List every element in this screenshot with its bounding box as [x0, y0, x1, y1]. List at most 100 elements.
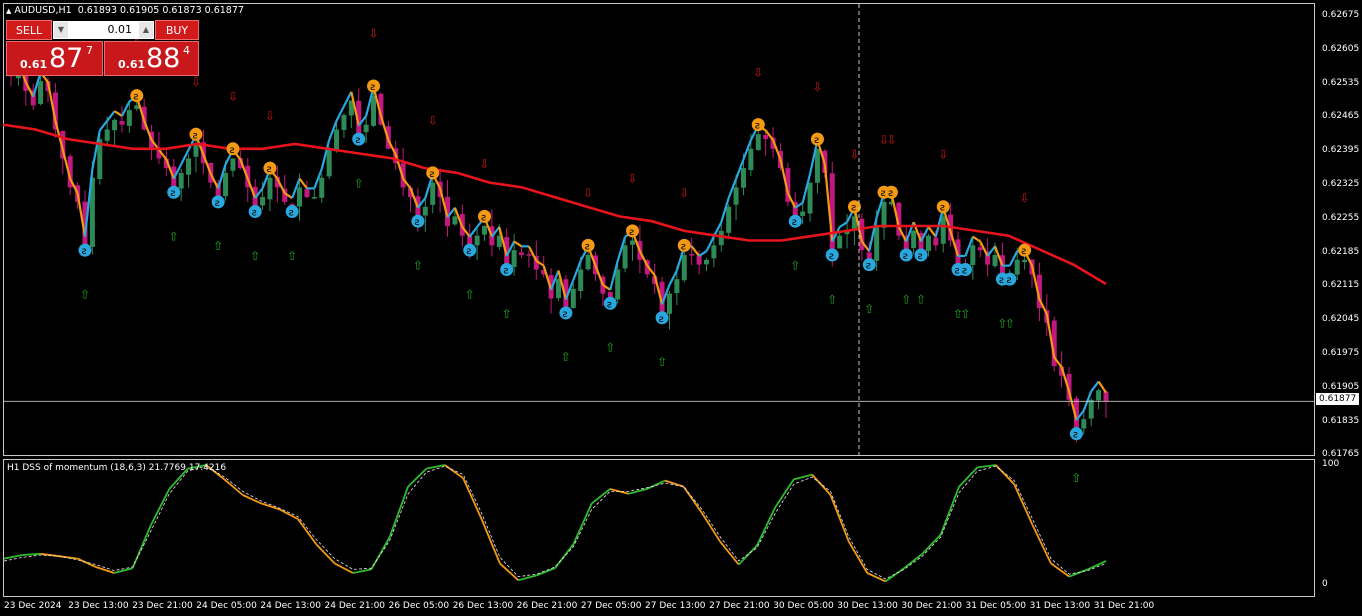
up-arrow-icon: ⇧ — [213, 239, 223, 253]
up-arrow-icon: ⇧ — [916, 292, 926, 306]
swing-high-marker-label: ƨ — [481, 212, 486, 223]
dss-main-segment — [352, 568, 372, 574]
swing-high-marker-label: ƨ — [429, 169, 434, 180]
up-arrow-icon: ⇧ — [465, 287, 475, 301]
swing-low-marker-label: ƨ — [607, 299, 612, 310]
sell-price-fraction: 7 — [86, 44, 93, 57]
price-tick-label: 0.62115 — [1322, 280, 1360, 291]
lot-decrease-icon[interactable]: ▼ — [54, 22, 68, 38]
trail-line-segment — [927, 226, 937, 238]
dss-main-segment — [793, 473, 813, 481]
trail-line-segment — [594, 265, 604, 286]
candle-body — [718, 230, 724, 246]
up-arrow-icon: ⇧ — [413, 259, 423, 273]
trail-line-segment — [527, 245, 538, 262]
price-tick-label: 0.62535 — [1322, 77, 1360, 88]
buy-button[interactable]: BUY — [155, 20, 199, 40]
candle-body — [430, 182, 436, 205]
swing-high-marker-label: ƨ — [940, 203, 945, 214]
trail-line-segment — [106, 110, 116, 122]
candle-body — [260, 197, 266, 206]
dropdown-triangle-icon[interactable]: ▲ — [6, 7, 11, 15]
down-arrow-icon: ⇩ — [191, 75, 201, 89]
sell-button[interactable]: SELL — [6, 20, 52, 40]
sell-price-button[interactable]: 0.61 87 7 — [6, 41, 103, 76]
current-price-label: 0.61877 — [1316, 393, 1360, 405]
swing-low-marker-label: ƨ — [903, 251, 908, 262]
candle-body — [422, 206, 428, 216]
up-arrow-icon: ⇧ — [790, 259, 800, 273]
candle-body — [911, 230, 917, 249]
candle-body — [629, 240, 635, 245]
chart-canvas: ƨ ⇧ ƨ ⇩ ƨ ⇧ ƨ ⇩ ƨ ⇧ ƨ ⇩ ƨ ⇧ ƨ ⇩ ƨ ⇧ ƨ ⇧ ƨ ⇩ ƨ ⇧ ƨ ⇩ ƨ ⇧ ƨ ⇩ ƨ ⇧ ƨ ⇧ ƨ ⇩ ƨ ⇧ ƨ ⇩… — [2, 4, 1314, 583]
lot-increase-icon[interactable]: ▲ — [139, 22, 153, 38]
candle-body — [740, 168, 746, 188]
indicator-tick-label: 100 — [1322, 459, 1340, 469]
trail-line-segment — [143, 120, 153, 141]
candle-body — [319, 177, 325, 198]
time-tick-label: 27 Dec 13:00 — [645, 601, 706, 611]
time-tick-label: 27 Dec 21:00 — [709, 601, 770, 611]
candle-body — [452, 216, 458, 225]
up-arrow-icon: ⇧ — [901, 292, 911, 306]
candle-body — [38, 81, 44, 104]
swing-high-marker-label: ƨ — [192, 130, 197, 141]
time-tick-label: 30 Dec 21:00 — [901, 601, 962, 611]
swing-low-marker-label: ƨ — [414, 217, 419, 228]
candle-body — [230, 158, 236, 171]
lot-size-value[interactable]: 0.01 — [108, 23, 133, 36]
candle-body — [334, 129, 340, 152]
candle-body — [615, 269, 621, 300]
swing-high-marker-label: ƨ — [881, 188, 886, 199]
candle-body — [1014, 259, 1020, 275]
dss-main-segment — [77, 557, 97, 568]
candle-body — [681, 255, 687, 281]
swing-low-marker-label: ƨ — [215, 198, 220, 209]
price-tick-label: 0.61835 — [1322, 415, 1360, 426]
down-arrow-icon: ⇩ — [627, 172, 637, 186]
price-tick-label: 0.62255 — [1322, 212, 1360, 223]
swing-high-marker-label: ƨ — [888, 188, 893, 199]
candle-body — [311, 197, 317, 199]
time-tick-label: 23 Dec 13:00 — [68, 601, 129, 611]
swing-low-marker-label: ƨ — [562, 309, 567, 320]
lot-size-field[interactable]: ▼ 0.01 ▲ — [53, 21, 154, 39]
candle-body — [570, 288, 576, 309]
candle-body — [807, 182, 813, 214]
candle-body — [326, 148, 332, 177]
dss-main-segment — [701, 512, 722, 543]
trail-line-segment — [468, 226, 478, 238]
dss-main-segment — [499, 562, 519, 581]
swing-high-marker-label: ƨ — [133, 92, 138, 103]
up-arrow-icon: ⇧ — [354, 176, 364, 190]
sell-price-main: 87 — [49, 43, 84, 74]
candle-body — [933, 237, 939, 246]
candle-body — [696, 255, 702, 265]
candle-body — [881, 201, 887, 228]
candle-body — [800, 211, 806, 216]
swing-low-marker-label: ƨ — [355, 135, 360, 146]
buy-price-button[interactable]: 0.61 88 4 — [104, 41, 199, 76]
candle-body — [267, 177, 273, 200]
dss-main-segment — [22, 552, 41, 556]
up-arrow-icon: ⇧ — [657, 355, 667, 369]
swing-low-marker-label: ƨ — [252, 208, 257, 219]
down-arrow-icon: ⇩ — [1020, 191, 1030, 205]
swing-low-marker-label: ƨ — [81, 246, 86, 257]
up-arrow-icon: ⇧ — [561, 350, 571, 364]
candle-body — [126, 110, 132, 126]
time-tick-label: 26 Dec 13:00 — [452, 601, 514, 611]
candle-body — [763, 135, 769, 140]
candle-body — [837, 235, 843, 249]
down-arrow-icon: ⇩ — [583, 186, 593, 200]
dss-main-segment — [297, 518, 317, 545]
dss-main-segment — [462, 477, 483, 520]
swing-low-marker-label: ƨ — [955, 266, 960, 277]
candle-body — [363, 124, 369, 133]
dss-main-segment — [646, 479, 666, 490]
time-tick-label: 24 Dec 21:00 — [324, 601, 386, 611]
trail-line-segment — [972, 235, 981, 243]
symbol-header: ▲ AUDUSD,H1 0.61893 0.61905 0.61873 0.618… — [6, 5, 244, 16]
dss-main-segment — [223, 478, 244, 496]
candle-body — [112, 119, 118, 131]
